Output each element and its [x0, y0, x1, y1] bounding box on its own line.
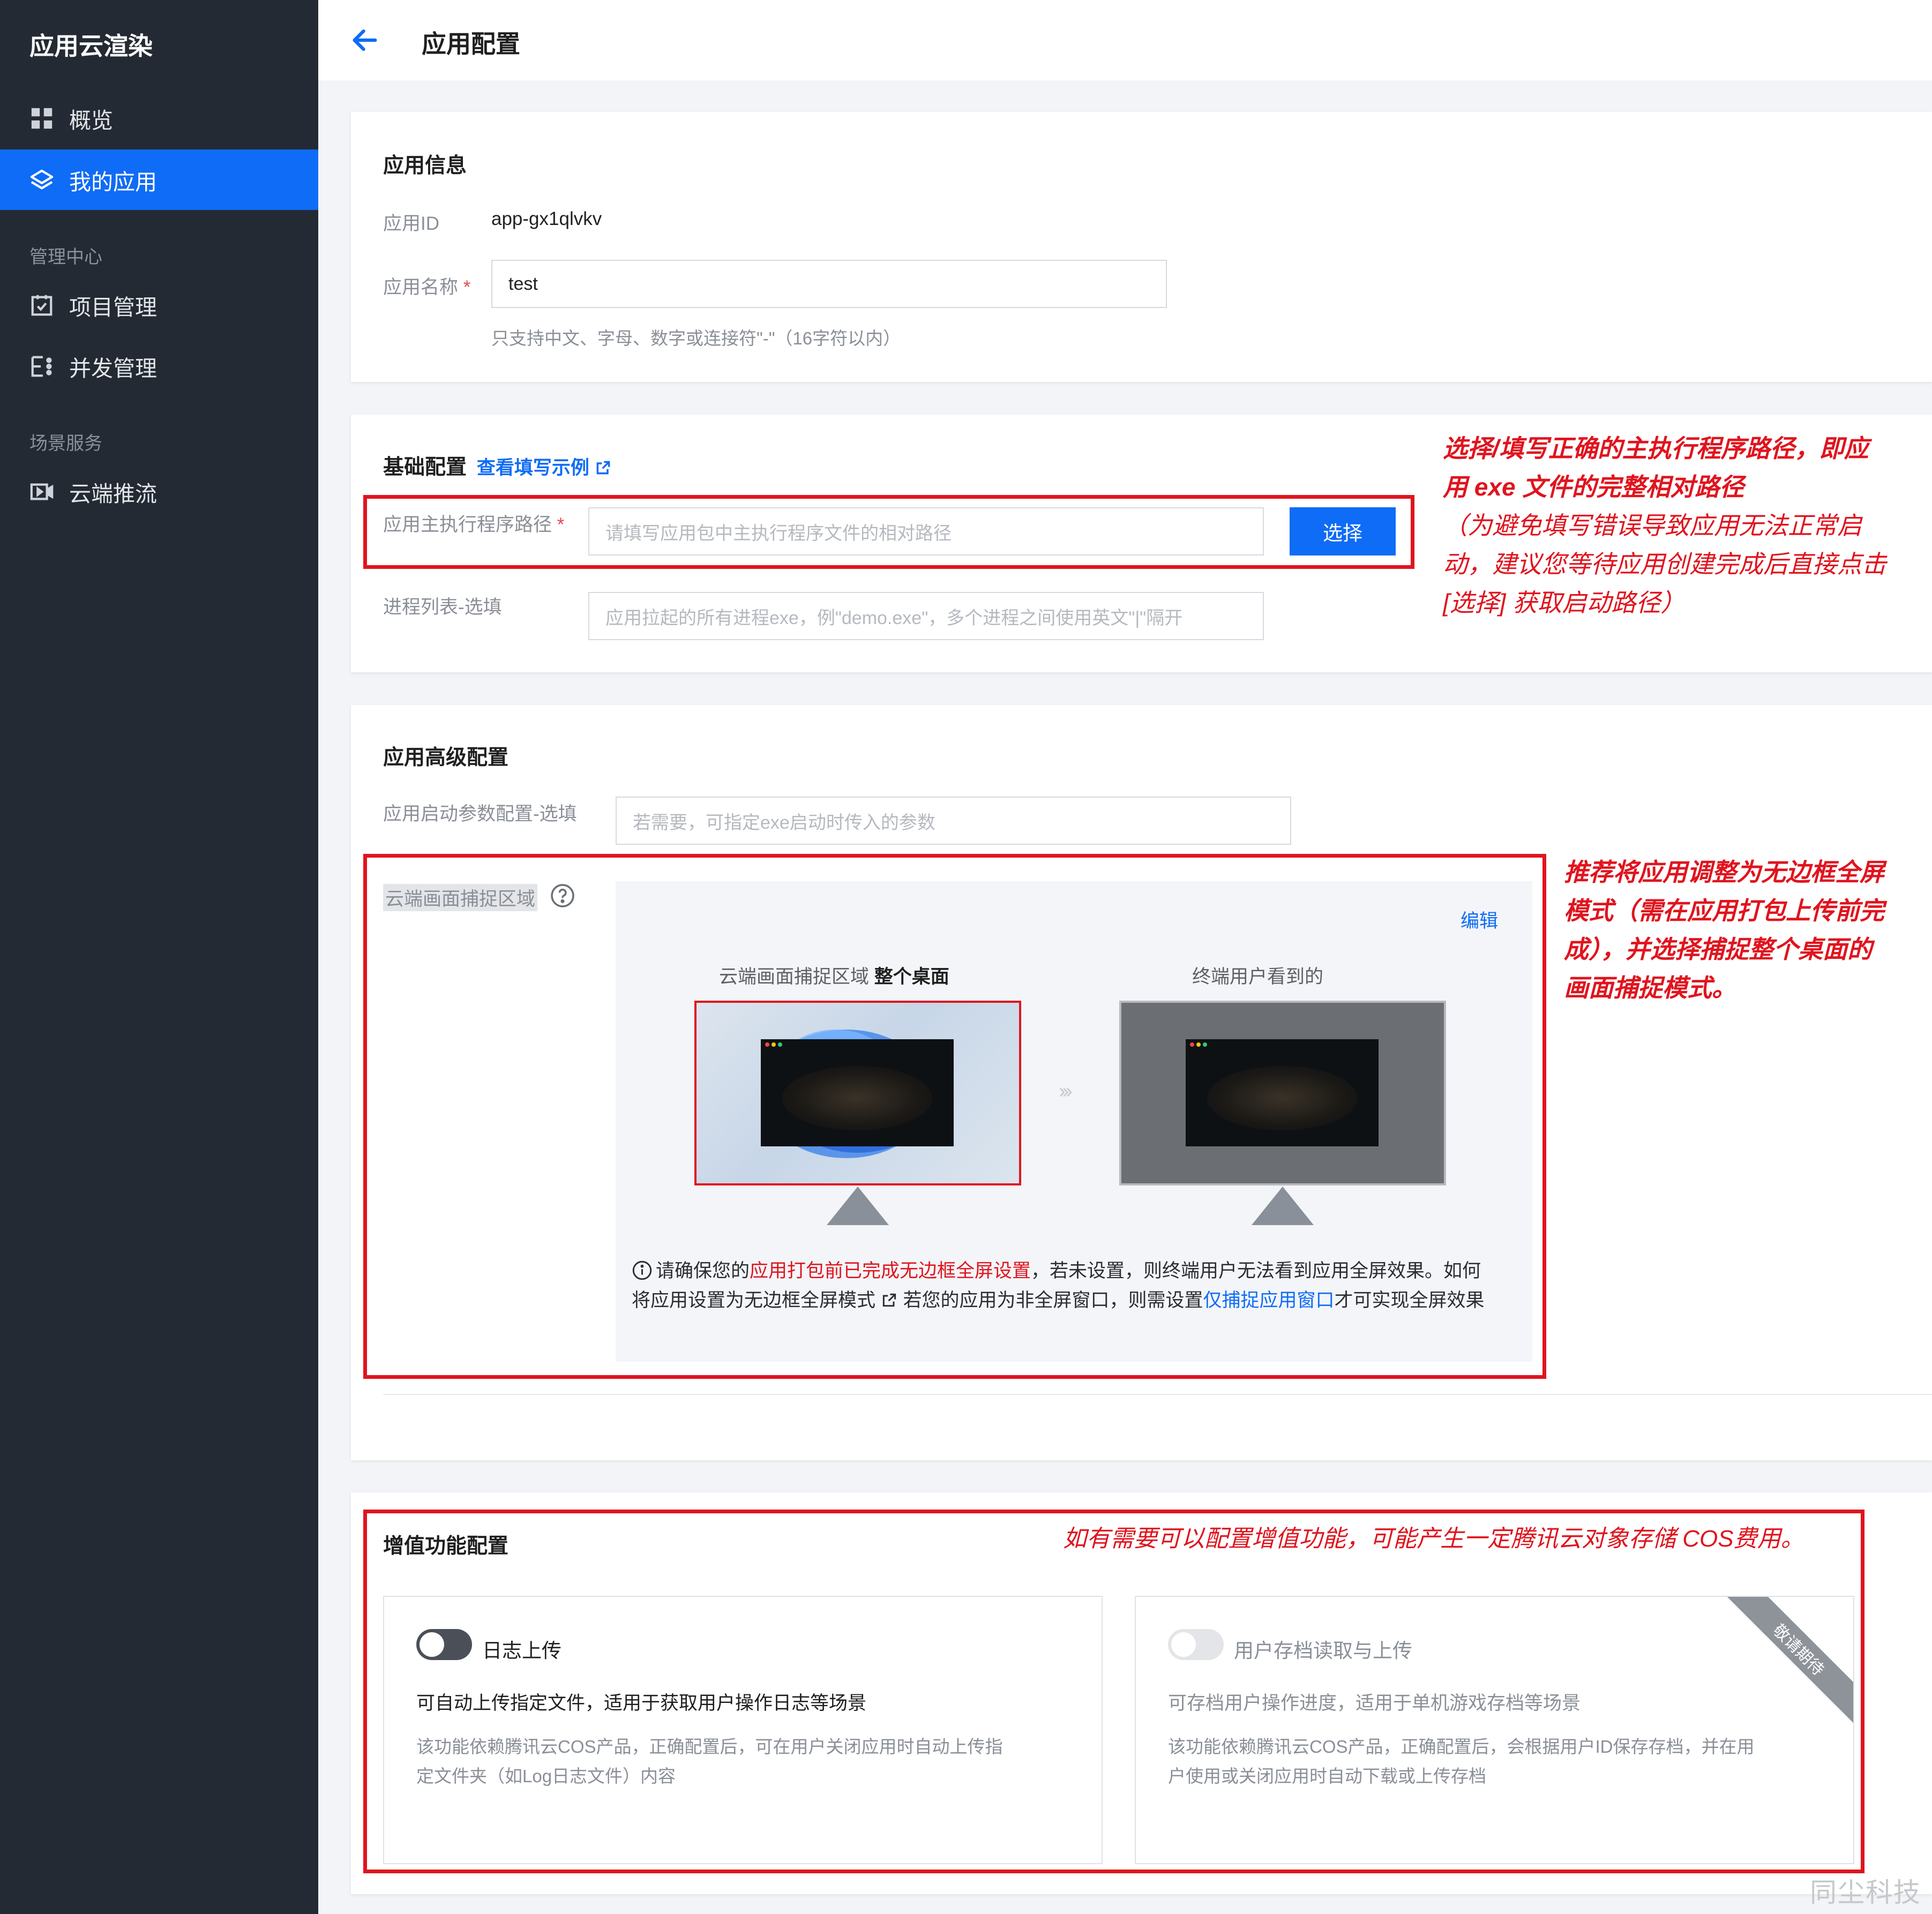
- sidebar-item-label: 我的应用: [69, 169, 157, 194]
- app-id-value: app-gx1qlvkv: [491, 208, 602, 229]
- stream-icon: [30, 483, 54, 500]
- sidebar-item-label: 云端推流: [69, 481, 157, 506]
- brand-title: 应用云渲染: [29, 32, 153, 60]
- app-name-label: 应用名称 *: [383, 277, 471, 298]
- page-header: 应用配置: [318, 0, 1932, 80]
- sidebar-item-my-apps[interactable]: 我的应用: [0, 149, 318, 210]
- capture-area-label: 云端画面捕捉区域: [383, 884, 538, 911]
- feature-save-upload: 用户存档读取与上传 可存档用户操作进度，适用于单机游戏存档等场景 该功能依赖腾讯…: [1135, 1596, 1854, 1864]
- sidebar-item-projects[interactable]: 项目管理: [0, 275, 318, 335]
- launch-param-input[interactable]: 若需要，可指定exe启动时传入的参数: [616, 797, 1291, 845]
- cloud-capture-caption: 云端画面捕捉区域 整个桌面: [719, 966, 949, 987]
- save-upload-toggle: [1168, 1629, 1224, 1660]
- process-list-input[interactable]: 应用拉起的所有进程exe，例"demo.exe"，多个进程之间使用英文"|"隔开: [588, 592, 1264, 640]
- select-button[interactable]: 选择: [1290, 507, 1396, 556]
- feature-note: 该功能依赖腾讯云COS产品，正确配置后，可在用户关闭应用时自动上传指 定文件夹（…: [416, 1737, 1003, 1786]
- capture-window-link[interactable]: 仅捕捉应用窗口: [1203, 1290, 1335, 1311]
- feature-desc: 可自动上传指定文件，适用于获取用户操作日志等场景: [416, 1693, 867, 1714]
- app-id-label: 应用ID: [383, 213, 440, 234]
- coming-soon-badge: 敬请期待: [1706, 1597, 1853, 1743]
- section-title: 基础配置 查看填写示例: [383, 451, 612, 481]
- project-icon: [31, 295, 53, 316]
- exe-path-input[interactable]: 请填写应用包中主执行程序文件的相对路径: [588, 507, 1264, 556]
- fullscreen-notice: 请确保您的应用打包前已完成无边框全屏设置，若未设置，则终端用户无法看到应用全屏效…: [632, 1260, 1485, 1311]
- feature-log-upload: 日志上传 可自动上传指定文件，适用于获取用户操作日志等场景 该功能依赖腾讯云CO…: [383, 1596, 1103, 1864]
- concurrency-icon: [31, 356, 52, 377]
- sidebar: 应用云渲染 概览 我的应用 管理中心 项目管理 并发管理 场景服务 云端推流: [0, 0, 318, 1914]
- layers-icon: [30, 169, 54, 189]
- watermark: 同尘科技: [1810, 1877, 1921, 1908]
- info-icon: [632, 1260, 652, 1280]
- user-view-caption: 终端用户看到的: [1192, 966, 1324, 987]
- nav-group-manage: 管理中心: [29, 247, 102, 267]
- example-link[interactable]: 查看填写示例: [477, 457, 612, 478]
- app-window: [1186, 1039, 1379, 1146]
- arrow-icon: ›››: [1059, 1080, 1073, 1102]
- divider: [383, 1394, 1932, 1395]
- feature-desc: 可存档用户操作进度，适用于单机游戏存档等场景: [1168, 1693, 1581, 1714]
- app-window: [761, 1039, 954, 1146]
- app-name-input[interactable]: test: [491, 260, 1167, 308]
- sidebar-item-cloud-stream[interactable]: 云端推流: [0, 461, 318, 522]
- user-view-monitor: [1119, 1001, 1446, 1185]
- feature-note: 该功能依赖腾讯云COS产品，正确配置后，会根据用户ID保存存档，并在用 户使用或…: [1168, 1737, 1755, 1786]
- section-title: 应用高级配置: [383, 746, 509, 769]
- external-link-icon[interactable]: [881, 1292, 898, 1309]
- edit-link[interactable]: 编辑: [1461, 906, 1498, 933]
- app-name-hint: 只支持中文、字母、数字或连接符"-"（16字符以内）: [491, 328, 901, 348]
- monitor-stand: [827, 1187, 889, 1225]
- grid-icon: [31, 108, 53, 129]
- help-icon[interactable]: [550, 883, 575, 909]
- external-link-icon: [596, 461, 610, 475]
- cloud-desktop-monitor: [694, 1001, 1021, 1185]
- page-title: 应用配置: [422, 30, 520, 58]
- monitor-stand: [1252, 1187, 1314, 1225]
- capture-preview-panel: 编辑 云端画面捕捉区域 整个桌面 终端用户看到的 ››› 请确保您的应用打包前已…: [616, 881, 1532, 1362]
- nav-group-scene: 场景服务: [29, 433, 102, 454]
- exe-path-label: 应用主执行程序路径 *: [383, 514, 565, 535]
- sidebar-item-label: 并发管理: [69, 356, 157, 381]
- feature-label: 用户存档读取与上传: [1234, 1640, 1412, 1662]
- back-arrow-icon[interactable]: [349, 25, 380, 56]
- process-list-label: 进程列表-选填: [383, 597, 502, 618]
- section-title: 应用信息: [383, 154, 467, 177]
- section-title: 增值功能配置: [383, 1535, 509, 1558]
- sidebar-item-label: 项目管理: [69, 295, 157, 320]
- launch-param-label: 应用启动参数配置-选填: [383, 804, 577, 824]
- feature-label: 日志上传: [482, 1640, 561, 1662]
- annotation-exe-path: 选择/填写正确的主执行程序路径，即应 用 exe 文件的完整相对路径 （为避免填…: [1443, 434, 1886, 617]
- sidebar-item-label: 概览: [69, 108, 113, 133]
- sidebar-item-overview[interactable]: 概览: [0, 88, 318, 148]
- annotation-capture: 推荐将应用调整为无边框全屏 模式（需在应用打包上传前完 成），并选择捕捉整个桌面…: [1564, 858, 1884, 1002]
- advanced-config-card: 应用高级配置 应用启动参数配置-选填 若需要，可指定exe启动时传入的参数 云端…: [351, 705, 1932, 1460]
- sidebar-item-concurrency[interactable]: 并发管理: [0, 336, 318, 396]
- annotation-value-added: 如有需要可以配置增值功能，可能产生一定腾讯云对象存储 COS费用。: [1063, 1526, 1804, 1552]
- app-info-card: 应用信息 应用ID app-gx1qlvkv 应用名称 * test 只支持中文…: [351, 112, 1932, 382]
- log-upload-toggle[interactable]: [416, 1629, 472, 1660]
